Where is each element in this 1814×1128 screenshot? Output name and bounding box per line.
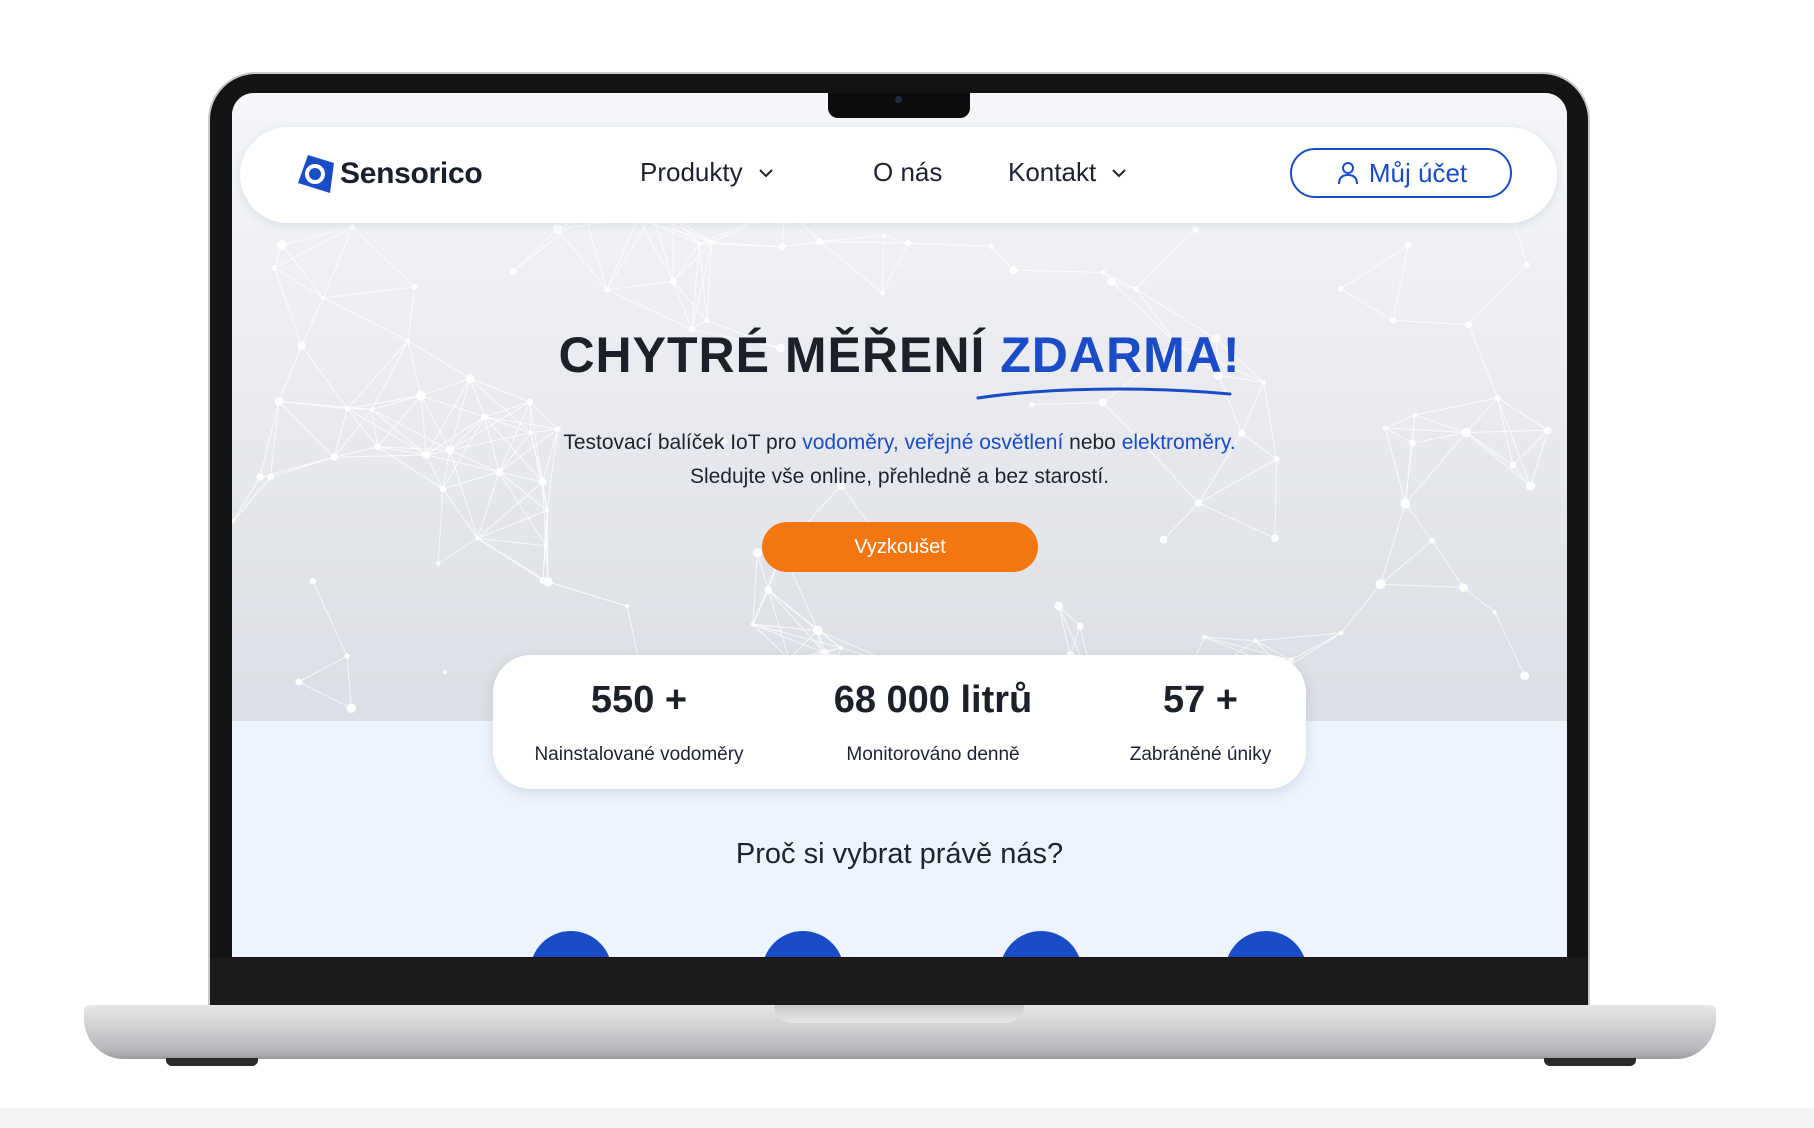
nav-item-contact[interactable]: Kontakt (1008, 157, 1128, 188)
account-button-label: Můj účet (1368, 157, 1468, 188)
hero-title-main: CHYTRÉ MĚŘENÍ (558, 327, 986, 383)
laptop-foot (1544, 1058, 1636, 1066)
stat-label: Zabráněné úniky (1129, 744, 1272, 765)
navbar: Sensorico Produkty O nás Kontakt Můj úče… (240, 127, 1557, 223)
hero-link-water-lighting[interactable]: vodoměry, veřejné osvětlení (802, 431, 1063, 454)
camera-icon (895, 96, 902, 103)
camera-notch (828, 93, 970, 118)
laptop-chin (210, 958, 1588, 1006)
hero-subtitle-line2: Sledujte vše online, přehledně a bez sta… (689, 465, 1110, 488)
nav-item-label: O nás (873, 157, 943, 187)
logo[interactable]: Sensorico (294, 153, 483, 195)
account-button[interactable]: Můj účet (1290, 148, 1512, 198)
stat-item: 550 + Nainstalované vodoměry (523, 655, 755, 766)
laptop-screen: Sensorico Produkty O nás Kontakt Můj úče… (232, 93, 1567, 957)
lid-opening-notch (774, 1005, 1024, 1023)
chevron-down-icon (1112, 168, 1126, 177)
nav-item-label: Produkty (640, 157, 743, 187)
laptop-foot (166, 1058, 258, 1066)
logo-icon (298, 155, 334, 193)
brand-name: Sensorico (340, 157, 483, 190)
stat-label: Monitorováno denně (846, 744, 1020, 765)
stat-value: 57 + (1162, 679, 1239, 721)
hero-subtitle-line1: Testovací balíček IoT pro vodoměry, veře… (232, 425, 1567, 460)
stat-label: Nainstalované vodoměry (534, 744, 744, 765)
hero-sub-mid: nebo (1069, 431, 1116, 454)
stat-value: 68 000 litrů (833, 679, 1033, 721)
title-underline (976, 387, 1232, 400)
chevron-down-icon (758, 168, 773, 177)
nav-item-about[interactable]: O nás (873, 157, 942, 188)
hero-sub-prefix: Testovací balíček IoT pro (563, 431, 797, 454)
nav-item-label: Kontakt (1008, 157, 1097, 187)
stat-value: 550 + (590, 679, 688, 721)
hero-title: CHYTRÉ MĚŘENÍ ZDARMA! (232, 326, 1567, 384)
why-us-heading: Proč si vybrat právě nás? (735, 838, 1064, 870)
stat-item: 57 + Zabráněné úniky (1113, 655, 1288, 766)
stat-item: 68 000 litrů Monitorováno denně (823, 655, 1043, 766)
hero-title-accent: ZDARMA! (1000, 327, 1241, 383)
hero-link-electricity[interactable]: elektroměry. (1122, 431, 1236, 454)
laptop-base (84, 1005, 1716, 1059)
user-icon (1337, 162, 1358, 185)
floor-shadow (0, 1108, 1814, 1128)
nav-item-products[interactable]: Produkty (640, 157, 775, 188)
stats-card: 550 + Nainstalované vodoměry 68 000 litr… (493, 655, 1306, 789)
try-button[interactable]: Vyzkoušet (762, 522, 1038, 572)
